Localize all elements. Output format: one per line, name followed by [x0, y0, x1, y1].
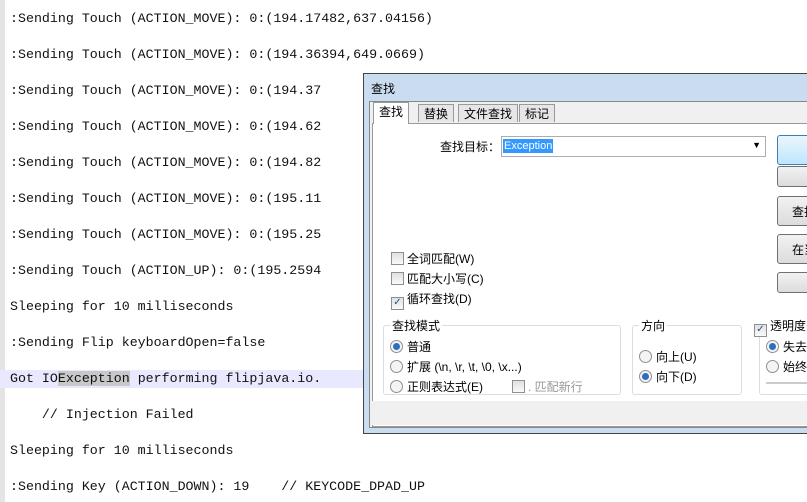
radio-icon[interactable] [766, 360, 779, 373]
whole-word-checkbox[interactable]: 全词匹配(W) [391, 250, 474, 267]
radio-icon[interactable] [639, 350, 652, 363]
text: Got IO [10, 371, 58, 386]
checkbox-box[interactable] [512, 380, 525, 393]
find-label: 查找目标： [440, 140, 501, 154]
find-all-button[interactable]: 查找 [777, 196, 807, 226]
find-in-current-button[interactable]: 在当 [777, 234, 807, 264]
transparency-on-lose-focus-radio[interactable]: 失去 [766, 338, 807, 355]
editor-line: :Sending Key (ACTION_DOWN): 19 // KEYCOD… [10, 479, 425, 494]
label: 失去 [783, 340, 807, 354]
search-mode-group: 查找模式 普通 扩展 (\n, \r, \t, \0, \x...) 正则表达式… [383, 317, 621, 395]
transparency-always-radio[interactable]: 始终 [766, 358, 807, 375]
checkmark-icon[interactable]: ✓ [754, 324, 767, 337]
mode-normal-radio[interactable]: 普通 [390, 338, 431, 355]
radio-selected-icon[interactable] [766, 340, 779, 353]
transparency-checkbox[interactable]: ✓ 透明度 [754, 317, 807, 337]
dropdown-arrow-icon[interactable]: ▼ [752, 140, 761, 150]
tab-replace[interactable]: 替换 [418, 104, 455, 122]
direction-group: 方向 向上(U) 向下(D) [632, 317, 742, 395]
editor-line: :Sending Touch (ACTION_MOVE): 0:(194.82 [10, 155, 322, 170]
checkmark-icon[interactable]: ✓ [391, 297, 404, 310]
editor-line: // Injection Failed [10, 407, 194, 422]
direction-down-radio[interactable]: 向下(D) [639, 368, 697, 385]
count-button[interactable] [777, 166, 807, 187]
transparency-slider[interactable] [766, 382, 807, 384]
wrap-around-checkbox[interactable]: ✓ 循环查找(D) [391, 290, 472, 310]
editor-gutter [0, 0, 5, 502]
text: performing flipjava.io. [129, 371, 322, 386]
dialog-body: 查找 替换 文件查找 标记 查找目标： Exception ▼ 查找 在当 全词… [369, 101, 807, 428]
editor-line: :Sending Touch (ACTION_MOVE): 0:(194.37 [10, 83, 322, 98]
match-case-checkbox[interactable]: 匹配大小写(C) [391, 270, 484, 287]
editor-line: :Sending Touch (ACTION_MOVE): 0:(195.11 [10, 191, 322, 206]
dot-newline-checkbox[interactable]: . 匹配新行 [512, 378, 583, 395]
checkbox-box[interactable] [391, 272, 404, 285]
group-title: 查找模式 [390, 317, 443, 334]
find-dialog: 查找 查找 替换 文件查找 标记 查找目标： Exception ▼ 查找 在当… [363, 73, 807, 434]
close-button[interactable] [777, 272, 807, 293]
direction-up-radio[interactable]: 向上(U) [639, 348, 697, 365]
label: 向上(U) [656, 350, 697, 364]
mode-regex-radio[interactable]: 正则表达式(E) [390, 378, 483, 395]
label: 循环查找(D) [407, 292, 472, 306]
status-bar [372, 401, 807, 425]
label: 匹配大小写(C) [407, 272, 484, 286]
editor-line: :Sending Touch (ACTION_MOVE): 0:(194.174… [10, 11, 433, 26]
editor-line: Sleeping for 10 milliseconds [10, 299, 234, 314]
find-input-value: Exception [503, 139, 554, 153]
label: . 匹配新行 [528, 380, 583, 394]
tab-mark[interactable]: 标记 [519, 104, 556, 122]
editor-current-line: Got IOException performing flipjava.io. [0, 370, 370, 388]
editor-line: :Sending Touch (ACTION_UP): 0:(195.2594 [10, 263, 322, 278]
find-tab-page: 查找目标： Exception ▼ 查找 在当 全词匹配(W) 匹配大小写(C)… [372, 123, 807, 427]
group-title: 方向 [639, 317, 668, 334]
radio-selected-icon[interactable] [639, 370, 652, 383]
label: 透明度 [770, 319, 807, 333]
label: 始终 [783, 360, 807, 374]
transparency-group: ✓ 透明度 失去 始终 [754, 317, 807, 395]
editor-line: :Sending Touch (ACTION_MOVE): 0:(195.25 [10, 227, 322, 242]
radio-selected-icon[interactable] [390, 340, 403, 353]
label: 正则表达式(E) [407, 380, 483, 394]
radio-icon[interactable] [390, 360, 403, 373]
label: 向下(D) [656, 370, 697, 384]
editor-line: Sleeping for 10 milliseconds [10, 443, 234, 458]
tab-find[interactable]: 查找 [373, 102, 410, 124]
mode-extended-radio[interactable]: 扩展 (\n, \r, \t, \0, \x...) [390, 358, 522, 375]
label: 扩展 (\n, \r, \t, \0, \x...) [407, 360, 522, 374]
search-match-highlight: Exception [57, 371, 130, 386]
radio-icon[interactable] [390, 380, 403, 393]
editor-line: :Sending Flip keyboardOpen=false [10, 335, 266, 350]
dialog-title[interactable]: 查找 [371, 80, 395, 97]
find-input[interactable]: Exception ▼ [501, 136, 766, 157]
editor-line: :Sending Touch (ACTION_MOVE): 0:(194.62 [10, 119, 322, 134]
find-next-button[interactable] [777, 135, 807, 165]
editor-line: :Sending Touch (ACTION_MOVE): 0:(194.363… [10, 47, 425, 62]
label: 普通 [407, 340, 432, 354]
label: 全词匹配(W) [407, 252, 475, 266]
checkbox-box[interactable] [391, 252, 404, 265]
tab-find-in-files[interactable]: 文件查找 [458, 104, 519, 122]
